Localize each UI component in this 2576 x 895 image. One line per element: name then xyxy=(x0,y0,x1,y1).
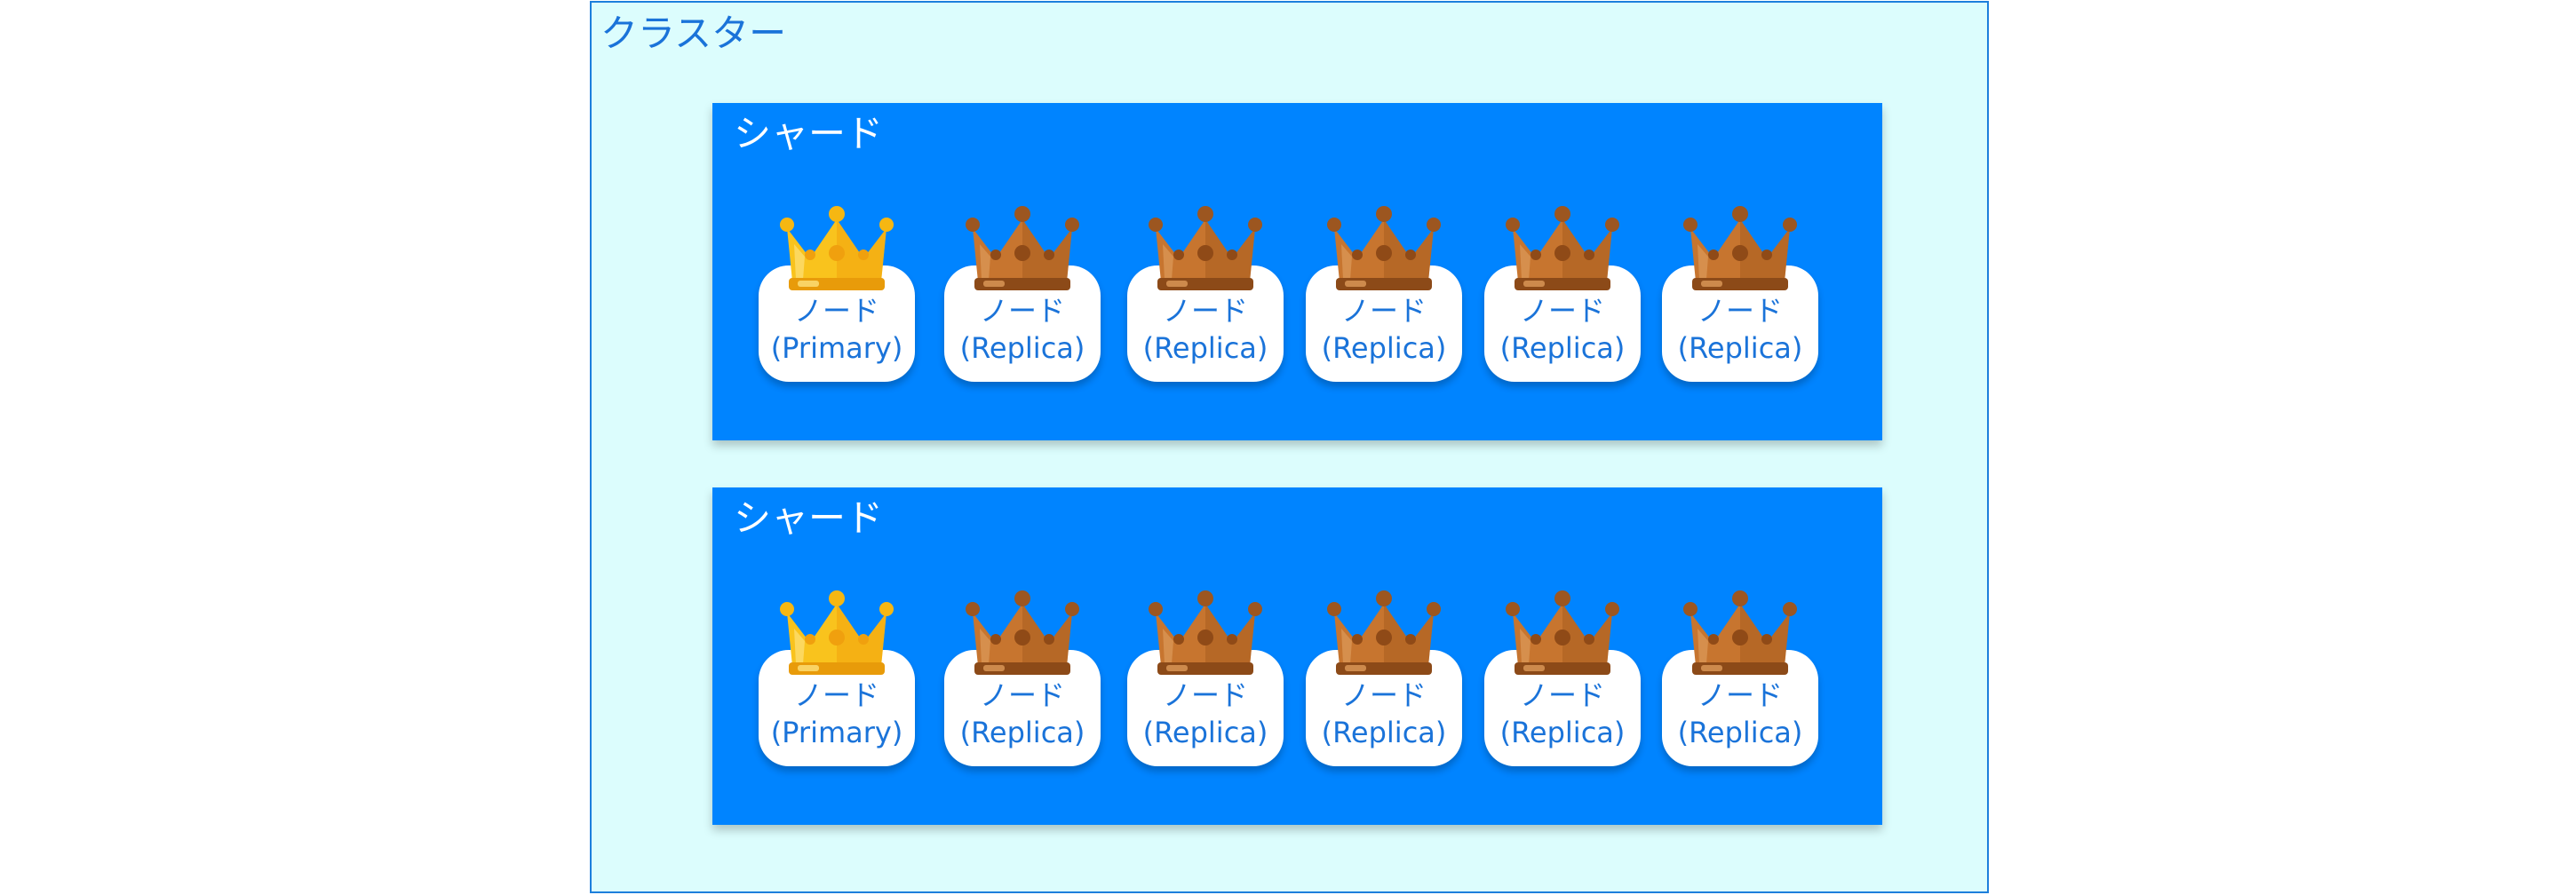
bronze-crown-icon xyxy=(1506,590,1619,675)
bronze-crown-icon xyxy=(1506,206,1619,290)
node-role: (Replica) xyxy=(1321,716,1447,749)
node-replica: ノード (Replica) xyxy=(1484,206,1641,382)
cluster-container: クラスター シャード ノード (Primary) ノード (Replica) ノ… xyxy=(590,1,1989,893)
node-role: (Replica) xyxy=(1677,331,1803,365)
node-replica: ノード (Replica) xyxy=(1306,206,1462,382)
node-replica: ノード (Replica) xyxy=(944,590,1101,766)
node-primary: ノード (Primary) xyxy=(759,590,915,766)
node-role: (Replica) xyxy=(1677,716,1803,749)
bronze-crown-icon xyxy=(1683,590,1797,675)
node-role: (Replica) xyxy=(1321,331,1447,365)
node-label: ノード xyxy=(979,678,1065,712)
bronze-crown-icon xyxy=(1327,590,1441,675)
node-label: ノード xyxy=(1697,678,1783,712)
shard-container: シャード ノード (Primary) ノード (Replica) ノード (Re… xyxy=(712,103,1882,440)
node-label: ノード xyxy=(1340,678,1427,712)
bronze-crown-icon xyxy=(1149,206,1262,290)
node-label: ノード xyxy=(793,678,879,712)
node-role: (Replica) xyxy=(1499,716,1626,749)
node-role: (Primary) xyxy=(770,716,903,749)
gold-crown-icon xyxy=(780,590,894,675)
diagram-canvas: クラスター シャード ノード (Primary) ノード (Replica) ノ… xyxy=(0,0,2576,895)
node-label: ノード xyxy=(1519,294,1605,328)
node-label: ノード xyxy=(793,294,879,328)
shard-label: シャード xyxy=(734,496,884,540)
node-replica: ノード (Replica) xyxy=(1127,206,1284,382)
bronze-crown-icon xyxy=(1149,590,1262,675)
node-label: ノード xyxy=(1340,294,1427,328)
node-role: (Replica) xyxy=(959,716,1085,749)
node-label: ノード xyxy=(1697,294,1783,328)
node-role: (Replica) xyxy=(1142,716,1268,749)
shard-label: シャード xyxy=(734,112,884,155)
node-replica: ノード (Replica) xyxy=(1662,206,1818,382)
shard-container: シャード ノード (Primary) ノード (Replica) ノード (Re… xyxy=(712,487,1882,825)
node-label: ノード xyxy=(979,294,1065,328)
node-role: (Replica) xyxy=(1142,331,1268,365)
node-replica: ノード (Replica) xyxy=(1306,590,1462,766)
node-replica: ノード (Replica) xyxy=(1484,590,1641,766)
bronze-crown-icon xyxy=(966,590,1079,675)
node-label: ノード xyxy=(1162,678,1248,712)
bronze-crown-icon xyxy=(1683,206,1797,290)
node-role: (Replica) xyxy=(959,331,1085,365)
node-replica: ノード (Replica) xyxy=(944,206,1101,382)
node-primary: ノード (Primary) xyxy=(759,206,915,382)
node-label: ノード xyxy=(1519,678,1605,712)
node-label: ノード xyxy=(1162,294,1248,328)
cluster-label: クラスター xyxy=(600,12,787,55)
bronze-crown-icon xyxy=(966,206,1079,290)
gold-crown-icon xyxy=(780,206,894,290)
bronze-crown-icon xyxy=(1327,206,1441,290)
node-role: (Replica) xyxy=(1499,331,1626,365)
node-replica: ノード (Replica) xyxy=(1662,590,1818,766)
node-role: (Primary) xyxy=(770,331,903,365)
node-replica: ノード (Replica) xyxy=(1127,590,1284,766)
